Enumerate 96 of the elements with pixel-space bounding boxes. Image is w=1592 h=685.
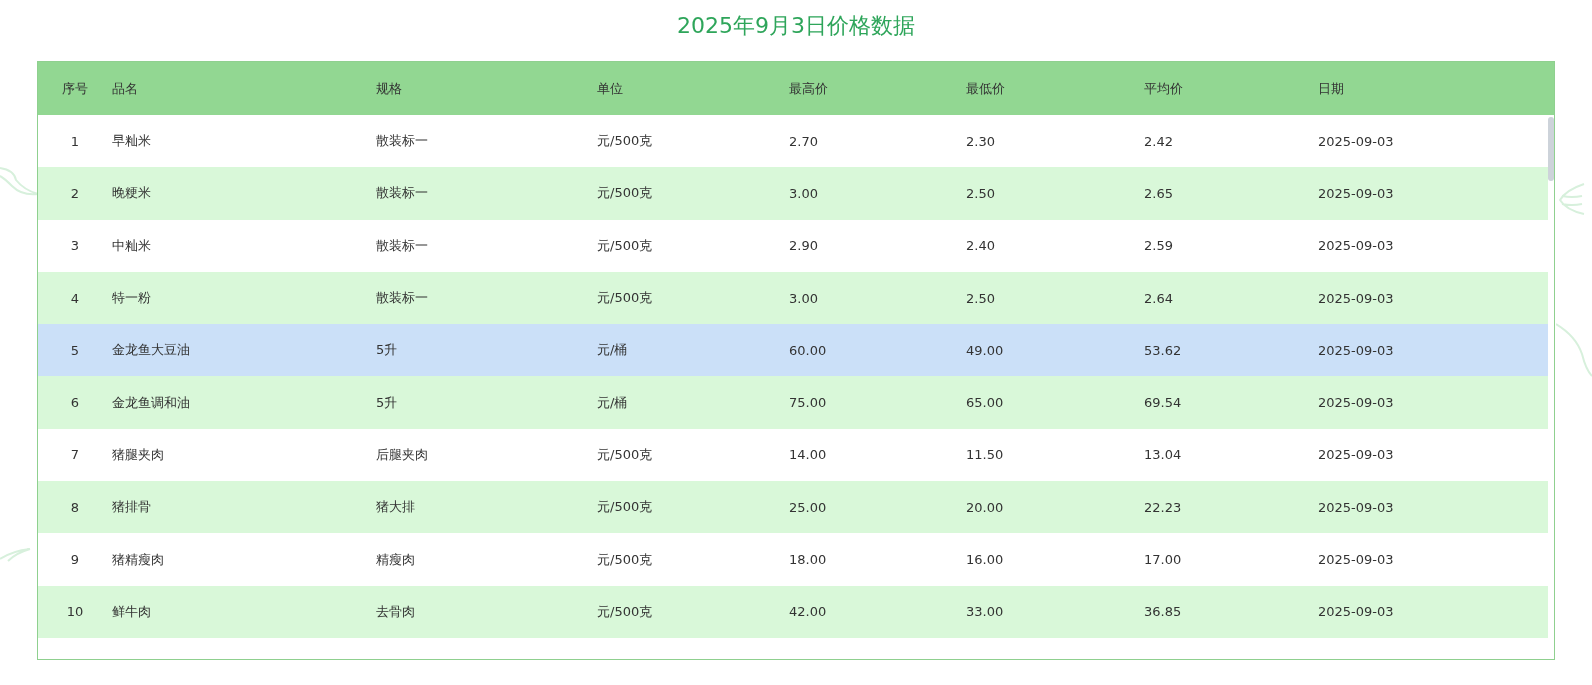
table-row[interactable]: 2 晚粳米 散装标一 元/500克 3.00 2.50 2.65 2025-09-03: [38, 167, 1548, 220]
table-cell-text: 散装标一: [376, 236, 429, 255]
table-cell-text: 18.00: [789, 552, 828, 567]
table-cell-text: 49.00: [966, 342, 1005, 358]
column-header: 最低价: [966, 79, 1006, 98]
table-cell-text: 60.00: [789, 342, 828, 358]
table-cell-text: 元/500克: [597, 445, 654, 464]
table-cell-text: 2025-09-03: [1318, 395, 1395, 411]
table-cell-text: 22.23: [1144, 499, 1183, 515]
table-cell-text: 早籼米: [112, 132, 152, 151]
table-cell-text: 5: [69, 342, 81, 358]
table-row[interactable]: 4 特一粉 散装标一 元/500克 3.00 2.50 2.64 2025-09-03: [38, 271, 1548, 325]
table-cell-text: 元/500克: [597, 498, 654, 517]
table-cell-text: 11.50: [966, 447, 1005, 463]
table-cell-text: 4: [69, 290, 81, 306]
table-cell-text: 1: [69, 133, 81, 149]
table-cell-text: 42.00: [789, 604, 828, 620]
table-cell-text: 75.00: [789, 395, 828, 411]
table-cell-text: 晚粳米: [112, 184, 152, 203]
column-header: 日期: [1318, 79, 1345, 98]
table-cell-text: 猪腿夹肉: [112, 445, 165, 464]
table-cell-text: 5升: [376, 341, 399, 360]
column-header: 单位: [597, 79, 624, 98]
column-header: 序号: [61, 79, 89, 98]
table-cell-text: 2.59: [1144, 238, 1174, 254]
table-cell-text: 2.50: [966, 290, 996, 306]
table-cell-text: 53.62: [1144, 342, 1183, 358]
table-cell-text: 7: [69, 447, 81, 463]
table-cell-text: 2025-09-03: [1318, 499, 1395, 515]
table-cell-text: 后腿夹肉: [376, 445, 429, 464]
table-cell-text: 精瘦肉: [376, 550, 416, 569]
table-cell-text: 元/500克: [597, 602, 654, 621]
table-cell-text: 13.04: [1144, 447, 1183, 463]
table-cell-text: 2: [69, 185, 81, 201]
table-cell-text: 散装标一: [376, 132, 429, 151]
table-cell-text: 14.00: [789, 447, 828, 463]
table-cell-text: 25.00: [789, 499, 828, 515]
table-cell-text: 2025-09-03: [1318, 238, 1395, 254]
table-cell-text: 2.70: [789, 133, 819, 149]
table-cell-text: 36.85: [1144, 604, 1183, 620]
table-cell-text: 2.40: [966, 238, 996, 254]
table-cell-text: 元/500克: [597, 184, 654, 203]
table-cell-text: 猪精瘦肉: [112, 550, 165, 569]
table-cell-text: 17.00: [1144, 552, 1183, 567]
table-cell-text: 元/桶: [597, 341, 629, 360]
table-cell-text: 33.00: [966, 604, 1005, 620]
column-header: 平均价: [1144, 79, 1184, 98]
table-cell-text: 去骨肉: [376, 602, 416, 621]
table-cell-text: 5升: [376, 393, 399, 412]
column-header: 品名: [112, 79, 139, 98]
table-cell-text: 2025-09-03: [1318, 342, 1395, 358]
table-cell-text: 6: [69, 395, 81, 411]
table-cell-text: 元/500克: [597, 236, 654, 255]
table-cell-text: 猪大排: [376, 498, 416, 517]
table-cell-text: 元/500克: [597, 132, 654, 151]
table-cell-text: 2.30: [966, 133, 996, 149]
table-cell-text: 10: [65, 604, 85, 620]
table-cell-text: 2.65: [1144, 185, 1174, 201]
table-cell-text: 2.50: [966, 185, 996, 201]
table-cell-text: 中籼米: [112, 236, 152, 255]
scrollbar-thumb[interactable]: [1548, 117, 1554, 181]
table-cell-text: 65.00: [966, 395, 1005, 411]
table-cell-text: 2025-09-03: [1318, 290, 1395, 306]
table-cell-text: 16.00: [966, 552, 1005, 567]
table-cell-text: 3.00: [789, 185, 819, 201]
table-cell-text: 2.90: [789, 238, 819, 254]
table-cell-text: 猪排骨: [112, 498, 152, 517]
table-row[interactable]: 10 鲜牛肉 去骨肉 元/500克 42.00 33.00 36.85 2025-09-03: [38, 585, 1548, 638]
column-header: 规格: [376, 79, 403, 98]
table-cell-text: 8: [69, 499, 81, 515]
table-cell-text: 2025-09-03: [1318, 185, 1395, 201]
page-title: 2025年9月3日价格数据: [677, 12, 915, 40]
table-cell-text: 元/500克: [597, 550, 654, 569]
table-cell-text: 鲜牛肉: [112, 602, 152, 621]
table-cell-text: 2025-09-03: [1318, 447, 1395, 463]
table-cell-text: 散装标一: [376, 184, 429, 203]
column-header: 最高价: [789, 79, 829, 98]
table-cell-text: 3.00: [789, 290, 819, 306]
table-cell-text: 2.42: [1144, 133, 1174, 149]
table-row[interactable]: 6 金龙鱼调和油 5升 元/桶 75.00 65.00 69.54 2025-09-03: [38, 376, 1548, 429]
table-cell-text: 元/桶: [597, 393, 629, 412]
table-cell-text: 2025-09-03: [1318, 604, 1395, 620]
table-cell-text: 金龙鱼大豆油: [112, 341, 191, 360]
table-row[interactable]: 5 金龙鱼大豆油 5升 元/桶 60.00 49.00 53.62 2025-09-03: [38, 324, 1548, 377]
table-cell-text: 2025-09-03: [1318, 133, 1395, 149]
table-cell-text: 散装标一: [376, 289, 429, 308]
table-cell-text: 2025-09-03: [1318, 552, 1395, 567]
table-cell-text: 9: [69, 552, 81, 567]
table-cell-text: 元/500克: [597, 289, 654, 308]
table-cell-text: 2.64: [1144, 290, 1174, 306]
table-cell-text: 20.00: [966, 499, 1005, 515]
table-row[interactable]: 8 猪排骨 猪大排 元/500克 25.00 20.00 22.23 2025-09-03: [38, 481, 1548, 534]
table-cell-text: 3: [69, 238, 81, 254]
table-cell-text: 特一粉: [112, 289, 152, 308]
table-cell-text: 金龙鱼调和油: [112, 393, 191, 412]
table-cell-text: 69.54: [1144, 395, 1183, 411]
